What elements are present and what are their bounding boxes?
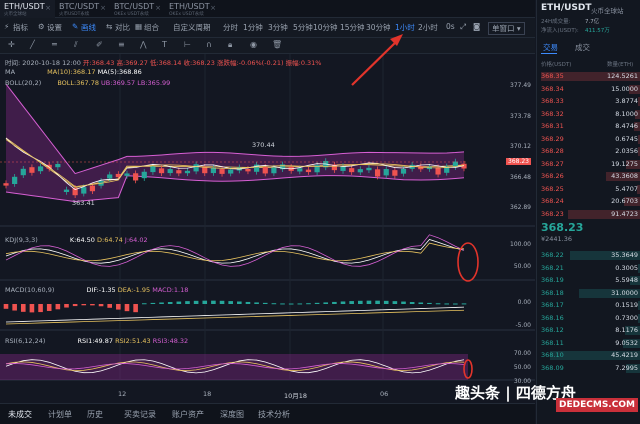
bid-quantity: 8.1176: [615, 326, 638, 334]
bid-price: 368.10: [541, 351, 564, 359]
ask-price: 368.29: [541, 134, 564, 143]
bid-quantity: 31.0000: [611, 288, 638, 297]
ask-quantity: 20.6703: [611, 197, 638, 205]
col-price-header: 价格(USDT): [541, 62, 572, 68]
ask-quantity: 2.0356: [615, 147, 638, 155]
bid-row[interactable]: 368.19 5.5948: [537, 275, 640, 286]
ask-price: 368.34: [541, 84, 564, 93]
mid-price: 368.23: [541, 221, 584, 234]
bid-list: 368.22 35.3649 368.21 0.3005 368.19 5.5948 368…: [537, 250, 640, 400]
col-qty-header: 数量(ETH): [607, 62, 634, 68]
ask-price: 368.28: [541, 147, 564, 155]
ask-price: 368.32: [541, 109, 564, 118]
ask-row[interactable]: 368.31 8.4746: [537, 121, 640, 132]
annotation-arrowhead: [390, 34, 403, 46]
ask-row[interactable]: 368.24 20.6703: [537, 196, 640, 207]
ask-quantity: 43.3608: [611, 172, 638, 180]
bid-price: 368.11: [541, 338, 564, 347]
watermark-badge: DEDECMS.COM: [556, 398, 638, 412]
ask-quantity: 5.4707: [615, 184, 638, 193]
bid-row[interactable]: 368.12 8.1176: [537, 325, 640, 336]
bid-row[interactable]: 368.09 7.2995: [537, 363, 640, 374]
ask-row[interactable]: 368.34 15.0000: [537, 84, 640, 95]
annotation-arrow: [351, 39, 399, 86]
volume-value: 7.7亿: [585, 19, 600, 25]
ask-list: 368.35 124.5261 368.34 15.0000 368.33 3.8774 3…: [537, 71, 640, 221]
bid-price: 368.22: [541, 251, 564, 259]
bid-quantity: 45.4219: [611, 351, 638, 359]
bid-row[interactable]: 368.22 35.3649: [537, 250, 640, 261]
bid-quantity: 0.1519: [615, 301, 638, 309]
ask-quantity: 3.8774: [615, 97, 638, 105]
inflow-label: 净流入(USDT):: [541, 28, 579, 34]
mid-price-cny: ¥2441.36: [541, 235, 573, 243]
bid-quantity: 0.7300: [615, 313, 638, 322]
ask-price: 368.26: [541, 172, 564, 180]
ask-price: 368.35: [541, 72, 564, 80]
bid-row[interactable]: 368.10 45.4219: [537, 350, 640, 361]
ask-quantity: 15.0000: [611, 84, 638, 93]
ask-row[interactable]: 368.25 5.4707: [537, 184, 640, 195]
ask-quantity: 19.1275: [611, 159, 638, 168]
bid-quantity: 7.2995: [615, 363, 638, 372]
ask-quantity: 8.4746: [615, 122, 638, 130]
bid-row[interactable]: 368.11 9.0532: [537, 338, 640, 349]
ask-quantity: 91.4723: [611, 209, 638, 218]
bid-quantity: 5.5948: [615, 276, 638, 284]
bid-price: 368.12: [541, 326, 564, 334]
ask-price: 368.33: [541, 97, 564, 105]
bid-quantity: 0.3005: [615, 263, 638, 272]
bid-price: 368.19: [541, 276, 564, 284]
bid-price: 368.21: [541, 263, 564, 272]
ask-row[interactable]: 368.23 91.4723: [537, 209, 640, 220]
orderbook-panel: ETH/USDT 火币全球站 24H成交量: 7.7亿 净流入(USDT): 4…: [536, 0, 640, 424]
ask-price: 368.24: [541, 197, 564, 205]
bid-row[interactable]: 368.21 0.3005: [537, 263, 640, 274]
ask-price: 368.25: [541, 184, 564, 193]
ask-row[interactable]: 368.27 19.1275: [537, 159, 640, 170]
ask-row[interactable]: 368.26 43.3608: [537, 171, 640, 182]
inflow-value: 411.57万: [585, 28, 610, 34]
bid-row[interactable]: 368.16 0.7300: [537, 313, 640, 324]
ask-quantity: 8.1000: [615, 109, 638, 118]
tab-deals[interactable]: 成交: [575, 42, 590, 53]
exchange-name: 火币全球站: [591, 7, 624, 15]
bid-price: 368.09: [541, 363, 564, 372]
ask-price: 368.27: [541, 159, 564, 168]
tab-trades[interactable]: 交易: [543, 42, 558, 53]
bid-row[interactable]: 368.17 0.1519: [537, 300, 640, 311]
volume-label: 24H成交量:: [541, 19, 571, 25]
bid-price: 368.17: [541, 301, 564, 309]
ask-row[interactable]: 368.29 0.6745: [537, 134, 640, 145]
bid-quantity: 9.0532: [615, 338, 638, 347]
bid-price: 368.18: [541, 288, 564, 297]
pair-title: ETH/USDT: [541, 3, 592, 13]
bid-price: 368.16: [541, 313, 564, 322]
ask-row[interactable]: 368.35 124.5261: [537, 71, 640, 82]
bid-row[interactable]: 368.18 31.0000: [537, 288, 640, 299]
ask-row[interactable]: 368.32 8.1000: [537, 109, 640, 120]
ask-price: 368.23: [541, 209, 564, 218]
ask-row[interactable]: 368.33 3.8774: [537, 96, 640, 107]
ask-price: 368.31: [541, 122, 564, 130]
active-tab-underline: [541, 53, 557, 54]
ask-quantity: 124.5261: [606, 72, 638, 80]
annotation-overlay: [351, 34, 403, 86]
bid-quantity: 35.3649: [611, 251, 638, 259]
ask-quantity: 0.6745: [615, 134, 638, 143]
ask-row[interactable]: 368.28 2.0356: [537, 146, 640, 157]
